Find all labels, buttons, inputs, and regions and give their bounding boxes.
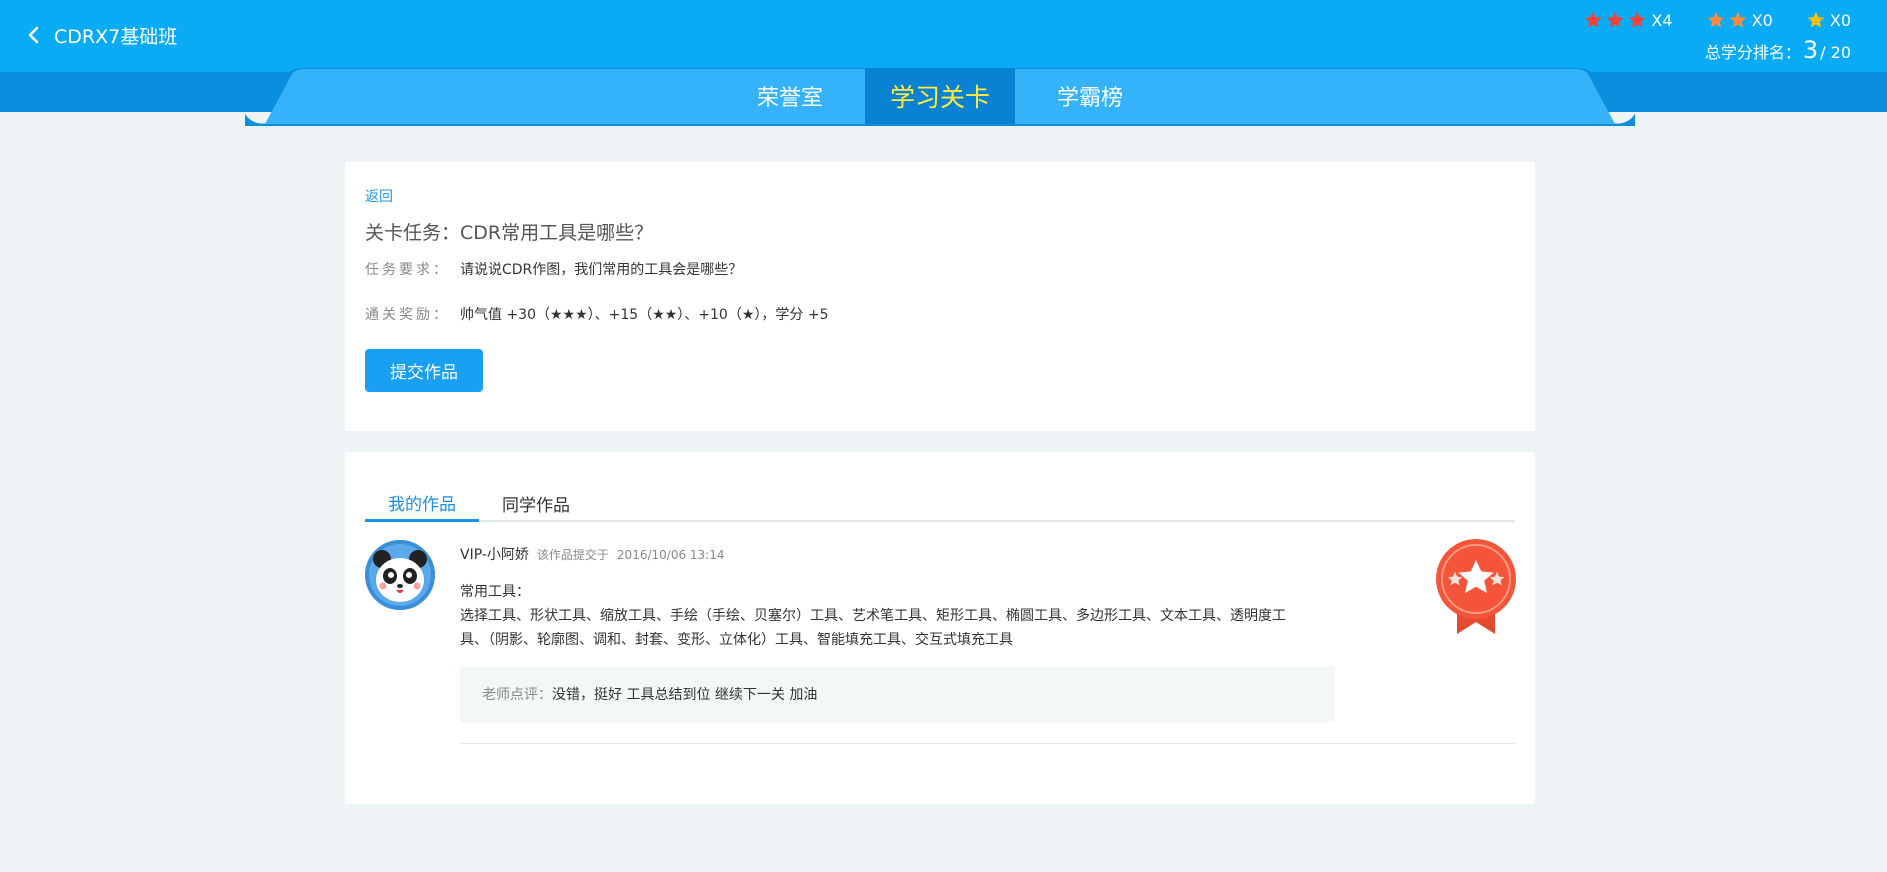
star-icon — [1607, 11, 1624, 28]
divider — [460, 743, 1515, 744]
work-meta: VIP-小阿娇 该作品提交于 2016/10/06 13:14 — [460, 544, 724, 564]
rank-summary: 总学分排名：3/ 20 — [1705, 36, 1851, 64]
works-card: 我的作品 同学作品 VIP-小阿娇 该作品提交于 2016/10/06 13:14 … — [345, 452, 1535, 804]
main-tab-bar: 荣誉室 学习关卡 学霸榜 — [245, 68, 1635, 126]
user-name[interactable]: VIP-小阿娇 — [460, 547, 529, 563]
rank-label: 总学分排名： — [1704, 43, 1801, 62]
rank-current: 3 — [1802, 36, 1819, 64]
star-icon — [1629, 11, 1646, 28]
submit-note: 该作品提交于 — [536, 548, 609, 562]
content-line: 具、（阴影、轮廓图、调和、封套、变形、立体化）工具、智能填充工具、交互式填充工具 — [460, 632, 1013, 648]
requirement-row: 任务要求： 请说说CDR作图，我们常用的工具会是哪些？ — [365, 259, 742, 279]
teacher-comment: 老师点评： 没错，挺好 工具总结到位 继续下一关 加油 — [460, 666, 1335, 722]
rank-total: 20 — [1830, 43, 1851, 62]
requirement-label: 任务要求： — [365, 262, 450, 278]
tab-learning-levels[interactable]: 学习关卡 — [865, 68, 1015, 124]
requirement-text: 请说说CDR作图，我们常用的工具会是哪些？ — [460, 262, 743, 278]
star-count-label: X0 — [1829, 10, 1851, 30]
star-icon — [1807, 11, 1825, 28]
star-count-label: X0 — [1751, 10, 1773, 30]
star-icon — [1585, 11, 1602, 28]
three-star-count: X4 — [1583, 10, 1673, 30]
star-icon — [1729, 11, 1746, 28]
star-medal-icon — [1436, 539, 1516, 634]
reward-row: 通关奖励： 帅气值 +30（★★★）、+15（★★）、+10（★），学分 +5 — [365, 304, 828, 324]
course-title: CDRX7基础班 — [54, 25, 178, 48]
work-content: 常用工具： 选择工具、形状工具、缩放工具、手绘（手绘、贝塞尔）工具、艺术笔工具、… — [460, 580, 1290, 652]
comment-text: 没错，挺好 工具总结到位 继续下一关 加油 — [552, 687, 818, 703]
rank-separator: / — [1820, 43, 1826, 62]
task-title: 关卡任务：CDR常用工具是哪些？ — [365, 222, 654, 244]
back-button[interactable]: CDRX7基础班 — [26, 20, 177, 50]
top-header: CDRX7基础班 X4 X0 X0 总学分排名：3/ 20 — [0, 0, 1887, 72]
submit-work-button[interactable]: 提交作品 — [365, 349, 483, 392]
content-title: 常用工具： — [460, 584, 530, 600]
tabs: 荣誉室 学习关卡 学霸榜 — [245, 68, 1635, 124]
star-summary: X4 X0 X0 — [1555, 10, 1851, 34]
panda-avatar[interactable] — [365, 540, 435, 610]
submit-time: 2016/10/06 13:14 — [616, 548, 725, 562]
star-icon — [1707, 11, 1724, 28]
star-count-label: X4 — [1651, 10, 1673, 30]
one-star-count: X0 — [1806, 10, 1851, 30]
return-link[interactable]: 返回 — [365, 186, 393, 206]
chevron-left-icon — [28, 26, 39, 44]
panda-icon — [365, 540, 435, 610]
two-star-count: X0 — [1706, 10, 1773, 30]
reward-label: 通关奖励： — [365, 307, 450, 323]
reward-text: 帅气值 +30（★★★）、+15（★★）、+10（★），学分 +5 — [460, 307, 829, 323]
tab-top-students[interactable]: 学霸榜 — [1015, 68, 1165, 124]
content-line: 选择工具、形状工具、缩放工具、手绘（手绘、贝塞尔）工具、艺术笔工具、矩形工具、椭… — [460, 608, 1286, 624]
comment-label: 老师点评： — [482, 687, 552, 703]
tab-classmate-works[interactable]: 同学作品 — [479, 486, 593, 520]
works-tabs: 我的作品 同学作品 — [365, 486, 1515, 522]
tab-my-works[interactable]: 我的作品 — [365, 486, 479, 522]
tab-honor-room[interactable]: 荣誉室 — [715, 68, 865, 124]
task-card: 返回 关卡任务：CDR常用工具是哪些？ 任务要求： 请说说CDR作图，我们常用的工… — [345, 162, 1535, 431]
